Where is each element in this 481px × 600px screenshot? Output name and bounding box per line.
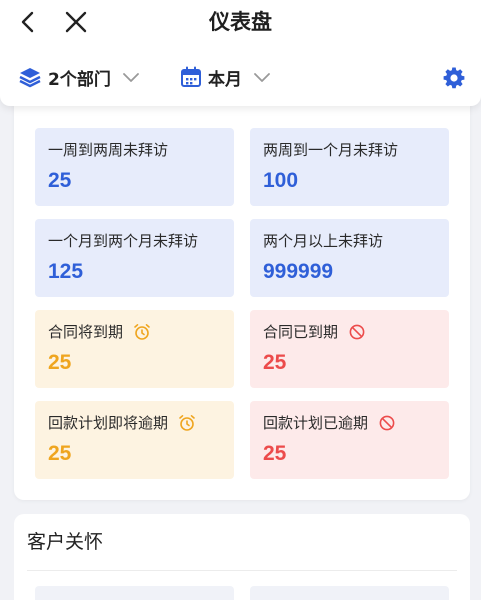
- visit-stats-card: 一周到两周未拜访 25 两周到一个月未拜访 100 一个月到两个月未拜访 125…: [14, 96, 470, 500]
- period-filter-label: 本月: [208, 69, 242, 90]
- stat-label: 两周到一个月未拜访: [263, 141, 399, 159]
- stat-tile[interactable]: 合同已到期 25: [250, 310, 449, 388]
- chevron-down-icon: [122, 73, 139, 82]
- stat-tile[interactable]: 合同将到期 25: [35, 310, 234, 388]
- stat-label: 合同将到期: [48, 323, 124, 341]
- gear-icon: [443, 67, 465, 89]
- stat-value: 25: [48, 442, 72, 465]
- stat-label: 合同已到期: [263, 323, 339, 341]
- stat-label: 两个月以上未拜访: [263, 232, 384, 250]
- care-tile[interactable]: [250, 586, 449, 600]
- stat-tile[interactable]: 回款计划已逾期 25: [250, 401, 449, 479]
- layers-icon: [19, 68, 41, 88]
- stat-value: 25: [48, 169, 72, 192]
- stat-tile[interactable]: 两个月以上未拜访 999999: [250, 219, 449, 297]
- stat-tile[interactable]: 两周到一个月未拜访 100: [250, 128, 449, 206]
- page-title: 仪表盘: [209, 10, 272, 34]
- calendar-icon: [181, 66, 201, 87]
- stat-tile[interactable]: 一周到两周未拜访 25: [35, 128, 234, 206]
- section-title: 客户关怀: [27, 531, 104, 553]
- stat-tile[interactable]: 回款计划即将逾期 25: [35, 401, 234, 479]
- department-filter[interactable]: 2个部门: [18, 62, 141, 92]
- divider: [27, 570, 457, 571]
- period-filter[interactable]: 本月: [180, 62, 272, 92]
- stat-label: 一周到两周未拜访: [48, 141, 169, 159]
- stat-value: 25: [48, 351, 72, 374]
- stat-value: 100: [263, 169, 299, 192]
- prohibited-icon: [349, 324, 365, 340]
- alarm-clock-icon: [179, 414, 195, 431]
- stat-value: 25: [263, 442, 287, 465]
- stat-value: 999999: [263, 260, 334, 283]
- top-header: 仪表盘 2个部门 本月: [0, 0, 481, 106]
- chevron-down-icon: [254, 73, 270, 82]
- stat-label: 一个月到两个月未拜访: [48, 232, 199, 250]
- stat-value: 25: [263, 351, 287, 374]
- stat-label: 回款计划即将逾期: [48, 414, 169, 432]
- stat-tile[interactable]: 一个月到两个月未拜访 125: [35, 219, 234, 297]
- department-filter-label: 2个部门: [48, 69, 111, 90]
- prohibited-icon: [379, 415, 395, 431]
- customer-care-card: 客户关怀: [14, 514, 470, 600]
- stat-value: 125: [48, 260, 84, 283]
- settings-button[interactable]: [440, 64, 468, 92]
- alarm-clock-icon: [134, 323, 150, 340]
- care-tile[interactable]: [35, 586, 234, 600]
- stat-label: 回款计划已逾期: [263, 414, 369, 432]
